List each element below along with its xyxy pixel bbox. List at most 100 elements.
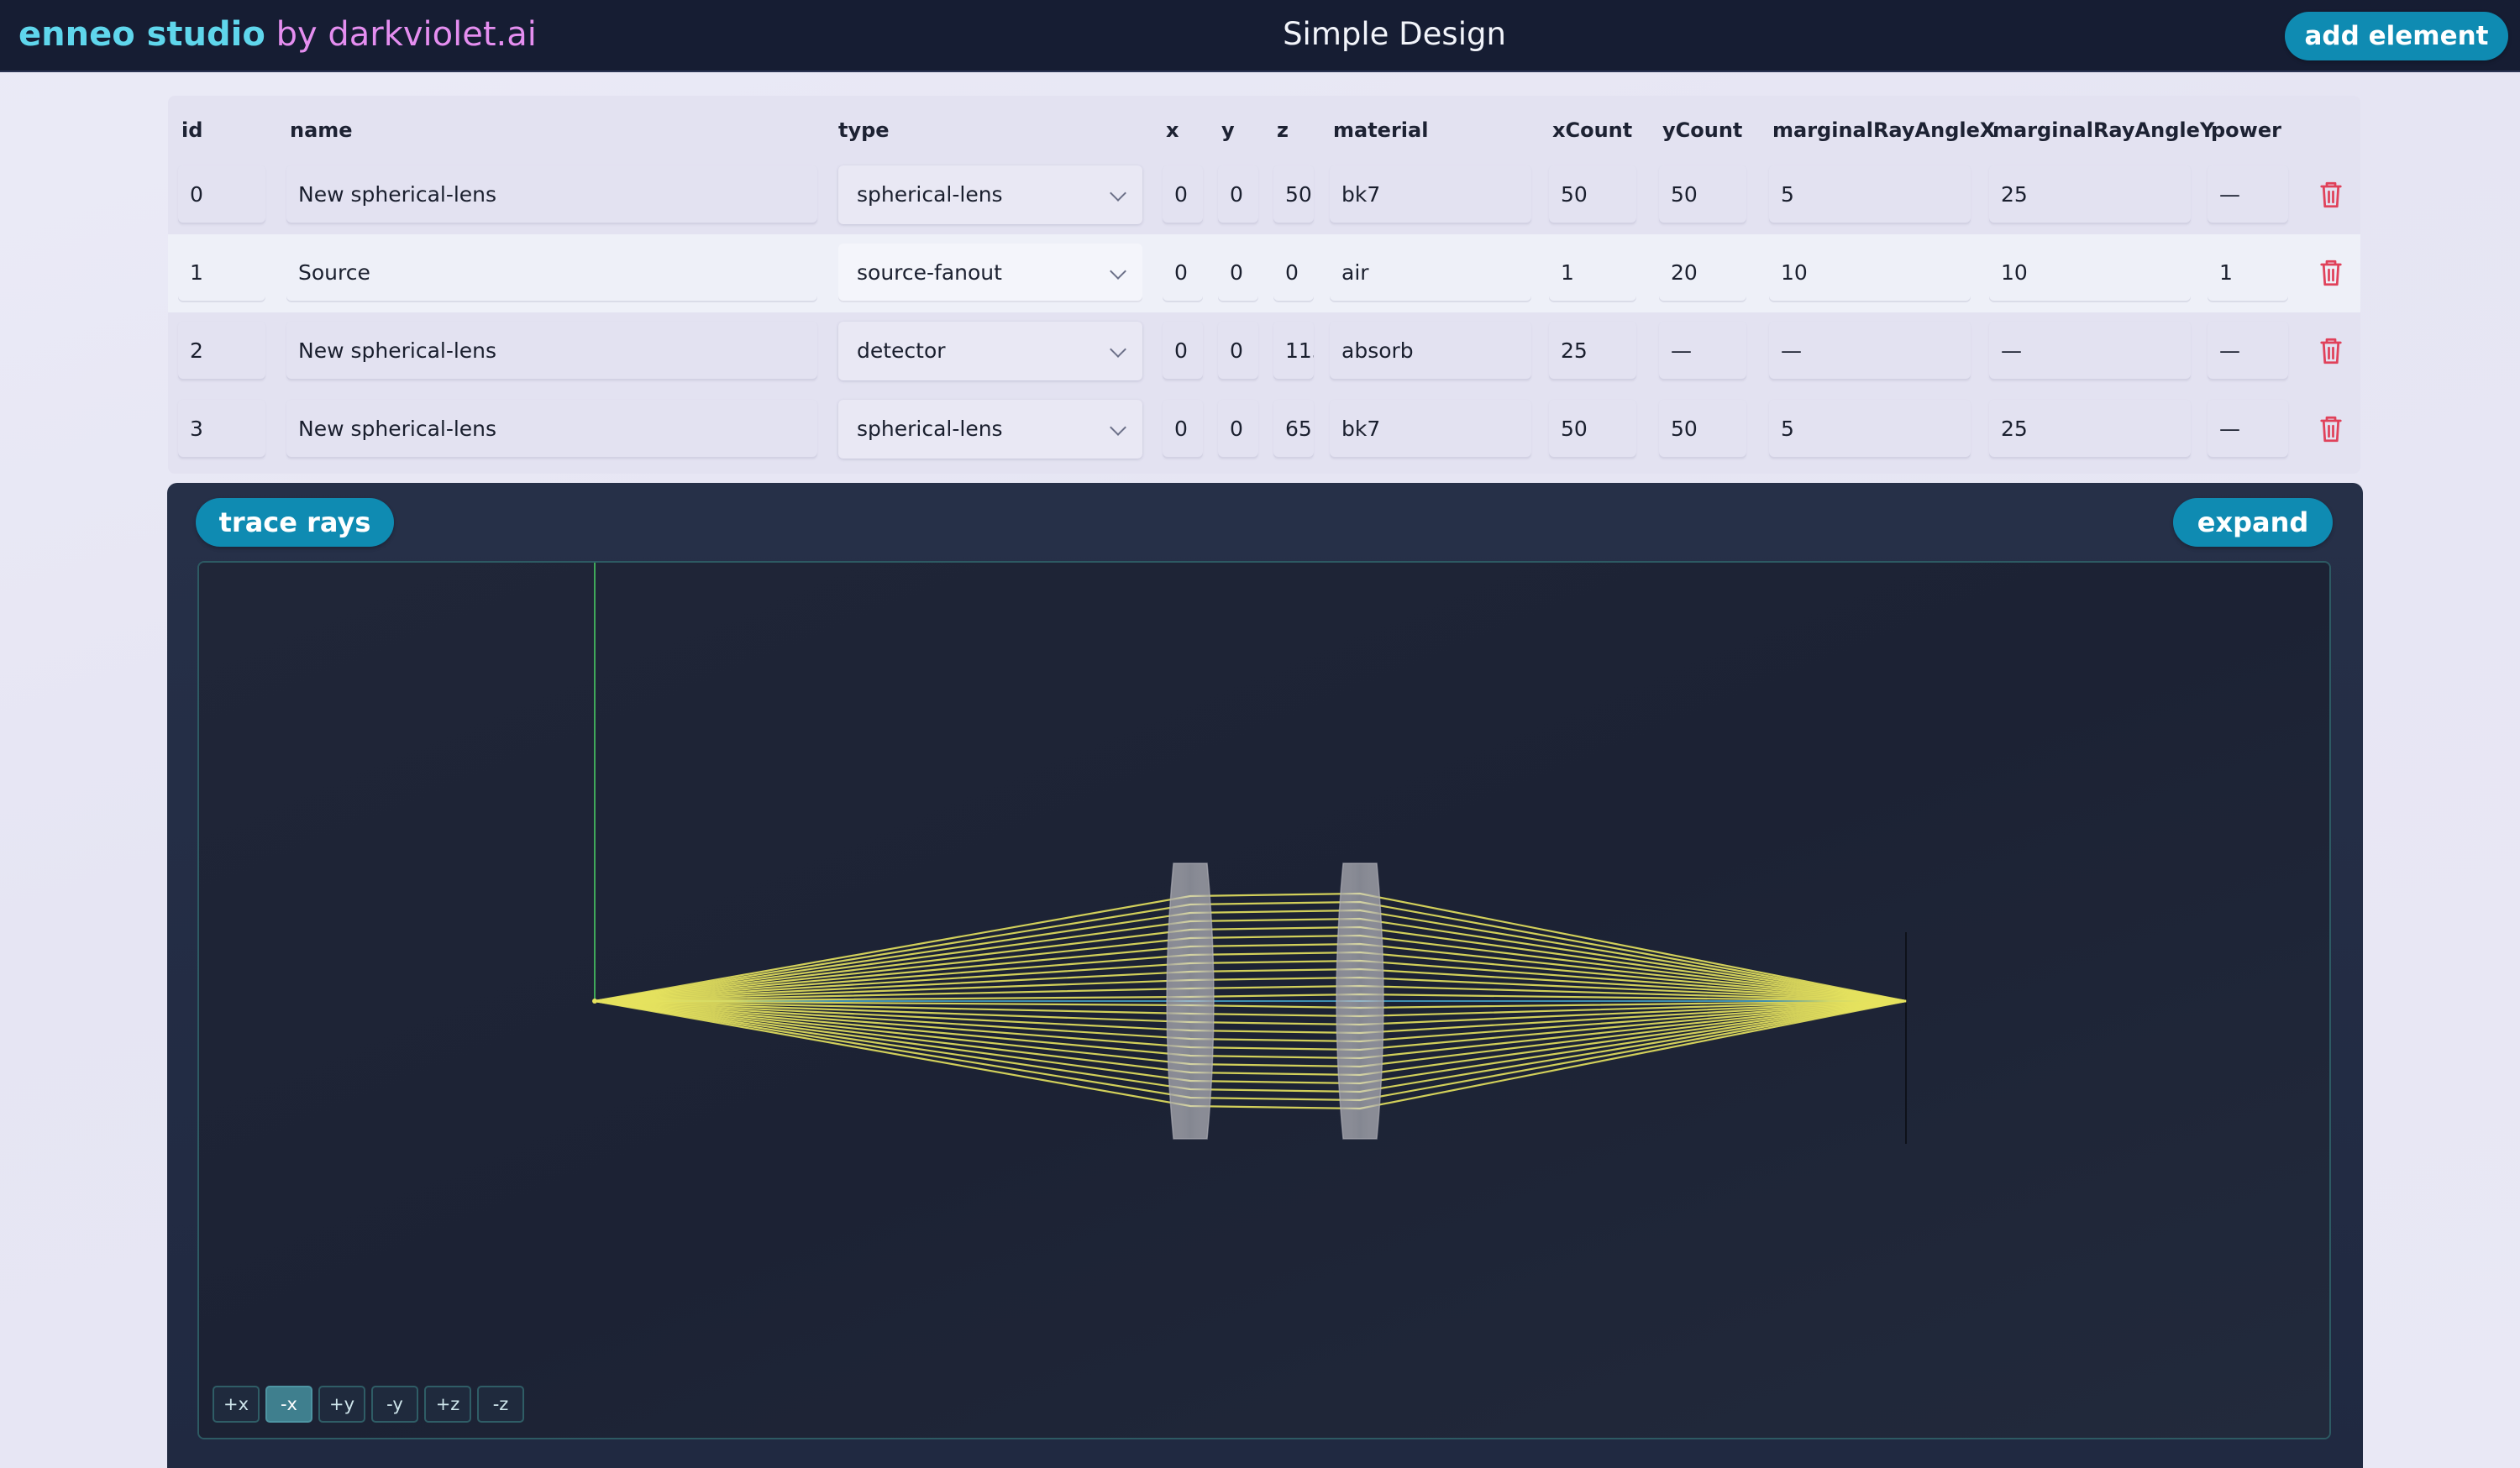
material-field[interactable]: bk7	[1330, 400, 1531, 459]
trace-rays-button[interactable]: trace rays	[196, 498, 394, 547]
marginal-ray-angle-x-field[interactable]: 5	[1769, 165, 1971, 224]
z-value: 0	[1285, 260, 1299, 285]
add-element-button[interactable]: add element	[2285, 12, 2508, 60]
column-header-material: material	[1333, 118, 1429, 142]
power-value: —	[2219, 182, 2240, 207]
table-row: 1 Source source-fanout 0 0 0 air 1 20 10 10 1	[168, 234, 2360, 312]
material-value: absorb	[1341, 338, 1414, 363]
z-field[interactable]: 0	[1273, 244, 1314, 302]
type-select[interactable]: spherical-lens	[838, 165, 1142, 224]
marginal-ray-angle-y-field[interactable]: 25	[1989, 400, 2191, 459]
y-value: 0	[1230, 417, 1243, 441]
power-field[interactable]: —	[2208, 322, 2288, 380]
view-minus-z-button[interactable]: -z	[477, 1386, 524, 1423]
x-field[interactable]: 0	[1163, 322, 1203, 380]
name-field[interactable]: New spherical-lens	[286, 165, 817, 224]
y-field[interactable]: 0	[1218, 322, 1258, 380]
y-count-value: 50	[1671, 417, 1698, 441]
column-header-id: id	[181, 118, 203, 142]
y-field[interactable]: 0	[1218, 400, 1258, 459]
type-select[interactable]: source-fanout	[838, 244, 1142, 302]
column-header-xcount: xCount	[1552, 118, 1633, 142]
marginal-ray-angle-y-field[interactable]: —	[1989, 322, 2191, 380]
3d-viewport[interactable]: +x -x +y -y +z -z	[197, 561, 2331, 1439]
marginal-ray-angle-x-field[interactable]: 5	[1769, 400, 1971, 459]
source-point[interactable]	[592, 999, 597, 1004]
view-plusminus-z-button[interactable]: +z	[424, 1386, 471, 1423]
z-field[interactable]: 115	[1273, 322, 1314, 380]
chevron-down-icon	[1110, 263, 1126, 280]
z-field[interactable]: 50	[1273, 165, 1314, 224]
x-count-field[interactable]: 1	[1549, 244, 1636, 302]
material-field[interactable]: bk7	[1330, 165, 1531, 224]
view-minus-x-button[interactable]: -x	[265, 1386, 312, 1423]
ray-trace-scene[interactable]	[199, 563, 2331, 1439]
x-field[interactable]: 0	[1163, 400, 1203, 459]
z-value: 65	[1285, 417, 1312, 441]
y-value: 0	[1230, 260, 1243, 285]
x-field[interactable]: 0	[1163, 244, 1203, 302]
id-field[interactable]: 2	[178, 322, 265, 380]
marginal-ray-angle-x-field[interactable]: —	[1769, 322, 1971, 380]
view-plusminus-x-button[interactable]: +x	[213, 1386, 260, 1423]
x-value: 0	[1174, 260, 1188, 285]
trash-icon[interactable]	[2318, 336, 2344, 366]
type-select[interactable]: detector	[838, 322, 1142, 380]
ray-trace-panel: trace rays expand +x -x +y -y +z -z	[167, 483, 2363, 1468]
trash-icon[interactable]	[2318, 180, 2344, 210]
design-title[interactable]: Simple Design	[1176, 12, 1613, 57]
y-count-field[interactable]: 20	[1659, 244, 1746, 302]
id-field[interactable]: 3	[178, 400, 265, 459]
x-count-field[interactable]: 50	[1549, 400, 1636, 459]
column-header-x: x	[1166, 118, 1179, 142]
x-field[interactable]: 0	[1163, 165, 1203, 224]
power-field[interactable]: 1	[2208, 244, 2288, 302]
table-row: 2 New spherical-lens detector 0 0 115 absorb 25…	[168, 312, 2360, 391]
name-field[interactable]: New spherical-lens	[286, 322, 817, 380]
z-field[interactable]: 65	[1273, 400, 1314, 459]
id-value: 2	[190, 338, 203, 363]
power-field[interactable]: —	[2208, 165, 2288, 224]
material-field[interactable]: air	[1330, 244, 1531, 302]
y-count-field[interactable]: 50	[1659, 400, 1746, 459]
z-value: 50	[1285, 182, 1312, 207]
y-field[interactable]: 0	[1218, 244, 1258, 302]
id-value: 3	[190, 417, 203, 441]
trash-icon[interactable]	[2318, 414, 2344, 444]
y-value: 0	[1230, 338, 1243, 363]
y-count-field[interactable]: —	[1659, 322, 1746, 380]
elements-table: id name type x y z material xCount yCoun…	[168, 96, 2360, 474]
brand-name: enneo studio	[18, 15, 265, 54]
material-field[interactable]: absorb	[1330, 322, 1531, 380]
name-field[interactable]: New spherical-lens	[286, 400, 817, 459]
lens-3[interactable]	[1336, 862, 1384, 1140]
expand-button[interactable]: expand	[2173, 498, 2333, 547]
column-header-type: type	[838, 118, 890, 142]
id-field[interactable]: 0	[178, 165, 265, 224]
type-value: source-fanout	[857, 260, 1002, 285]
brand-logo[interactable]: enneo studio by darkviolet.ai	[18, 12, 537, 57]
view-minus-y-button[interactable]: -y	[371, 1386, 418, 1423]
marginal-ray-angle-x-field[interactable]: 10	[1769, 244, 1971, 302]
name-field[interactable]: Source	[286, 244, 817, 302]
lens-0[interactable]	[1166, 862, 1215, 1140]
material-value: bk7	[1341, 182, 1381, 207]
marginal-ray-angle-y-field[interactable]: 10	[1989, 244, 2191, 302]
x-count-field[interactable]: 50	[1549, 165, 1636, 224]
table-row: 0 New spherical-lens spherical-lens 0 0 50 bk7…	[168, 156, 2360, 234]
type-value: detector	[857, 338, 946, 363]
view-plusminus-y-button[interactable]: +y	[318, 1386, 365, 1423]
power-field[interactable]: —	[2208, 400, 2288, 459]
marginal-ray-angle-x-value: 5	[1781, 417, 1794, 441]
type-select[interactable]: spherical-lens	[838, 400, 1142, 459]
name-value: New spherical-lens	[298, 338, 497, 363]
x-count-value: 50	[1561, 417, 1588, 441]
y-field[interactable]: 0	[1218, 165, 1258, 224]
id-field[interactable]: 1	[178, 244, 265, 302]
y-count-field[interactable]: 50	[1659, 165, 1746, 224]
x-count-field[interactable]: 25	[1549, 322, 1636, 380]
marginal-ray-angle-y-field[interactable]: 25	[1989, 165, 2191, 224]
column-header-y: y	[1221, 118, 1235, 142]
x-value: 0	[1174, 338, 1188, 363]
trash-icon[interactable]	[2318, 258, 2344, 288]
